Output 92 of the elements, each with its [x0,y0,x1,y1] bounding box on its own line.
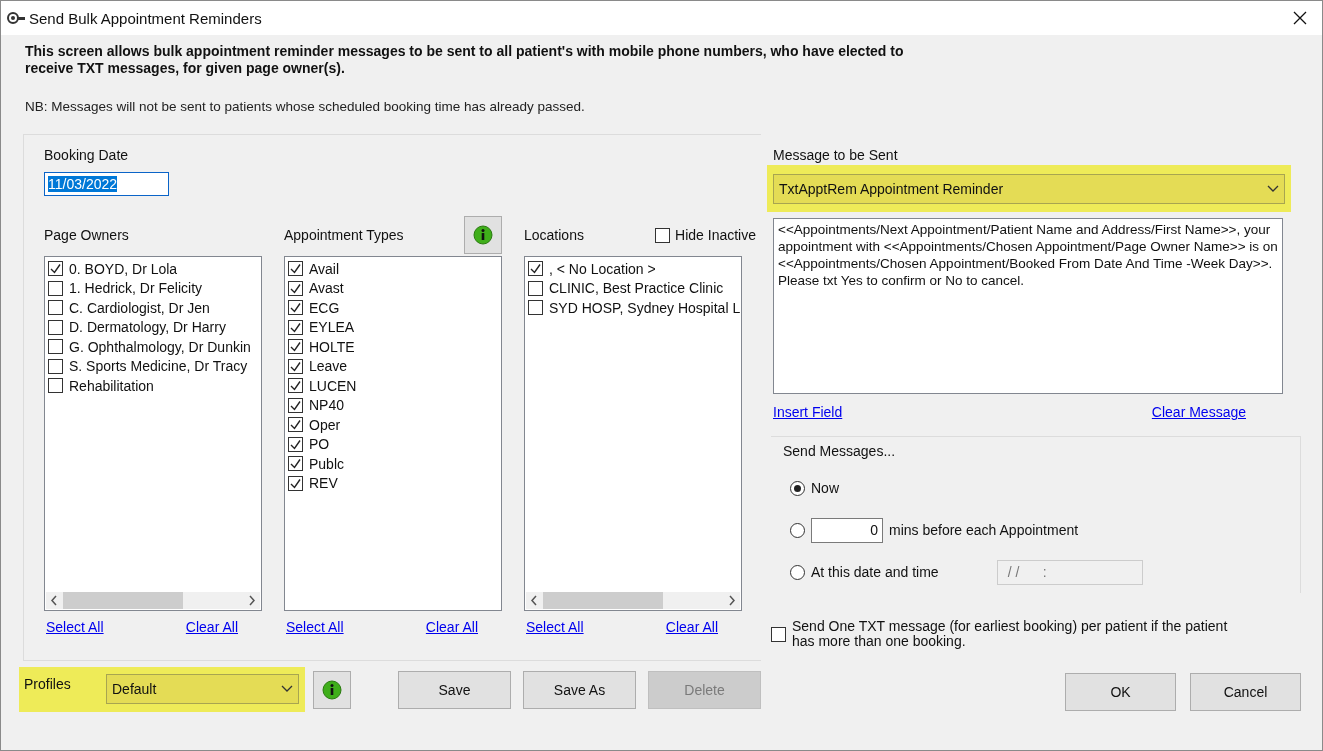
checkbox[interactable] [288,300,303,316]
list-item[interactable]: S. Sports Medicine, Dr Tracy [69,358,248,375]
info-icon [473,225,493,245]
checkbox[interactable] [288,417,303,433]
list-item[interactable]: EYLEA [309,319,355,336]
list-title: Locations [524,227,584,243]
checkbox[interactable] [48,378,63,394]
button[interactable]: OK [1065,673,1176,711]
button[interactable]: Save [398,670,511,709]
checkbox-label[interactable]: Hide Inactive [675,227,756,243]
list-title: Appointment Types [284,227,404,243]
list-item[interactable]: ECG [309,299,340,316]
list-item[interactable]: 0. BOYD, Dr Lola [69,260,178,277]
date-field[interactable]: 11/03/2022 [44,172,169,196]
list-title: Page Owners [44,227,129,243]
info-button[interactable] [464,216,502,254]
template-dropdown[interactable]: TxtApptRem Appointment Reminder [773,174,1285,204]
profile-dropdown[interactable]: Default [106,674,300,704]
checkbox[interactable] [48,261,63,277]
checkbox-label[interactable]: Send One TXT message (for earliest booking) per patient if the patient has more than one booking. [792,619,1231,649]
group-title: Send Messages... [783,443,897,459]
radio-label[interactable]: At this date and time [811,564,939,580]
list-item[interactable]: Leave [309,358,348,375]
checkbox[interactable] [288,436,303,452]
list-item[interactable]: C. Cardiologist, Dr Jen [69,299,210,316]
checkbox[interactable] [288,261,303,277]
button[interactable]: Cancel [1190,673,1301,711]
button[interactable]: Save As [523,670,636,709]
list-item[interactable]: HOLTE [309,338,355,355]
list-item[interactable]: Avast [309,280,344,297]
link[interactable]: Select All [46,619,104,635]
list-item[interactable]: CLINIC, Best Practice Clinic [549,280,724,297]
field-label: Booking Date [44,147,130,163]
link[interactable]: Select All [286,619,344,635]
radio-label[interactable]: Now [811,480,839,496]
field-label: Profiles [24,675,72,692]
checkbox[interactable] [48,319,63,335]
message-text-area[interactable]: <<Appointments/Next Appointment/Patient Name and Address/First Name>>, your appointment with <<Appointments/Chosen Appointment/Page Owner Name>> is on <<Appointments/Chosen Appointment/Booked From Date And Time -Week Day>>. Please txt Yes to confirm or No to cancel. [773,218,1283,394]
radio-button[interactable] [790,480,805,496]
radio-button[interactable] [790,564,805,580]
radio-button[interactable] [790,522,805,538]
checkbox[interactable] [288,280,303,296]
list-item[interactable]: PO [309,436,330,453]
horizontal-scrollbar[interactable] [526,592,740,609]
checkbox[interactable] [288,456,303,472]
checkbox[interactable] [48,358,63,374]
horizontal-scrollbar[interactable] [46,592,260,609]
caret-icon [281,685,294,693]
checkbox[interactable] [48,300,63,316]
list-item[interactable]: LUCEN [309,377,357,394]
checkbox[interactable] [528,280,543,296]
note-text: NB: Messages will not be sent to patients whose scheduled booking time has already passed. [25,99,586,114]
info-icon [322,679,343,700]
key-icon [7,11,25,25]
close-icon [1292,10,1308,26]
minutes-field[interactable]: 0 [811,517,883,543]
field-label: Message to be Sent [773,147,899,163]
list-item[interactable]: Rehabilitation [69,377,154,394]
link[interactable]: Clear All [425,619,478,635]
date-time-field[interactable]: / / : [996,559,1143,585]
checkbox[interactable] [288,397,303,413]
list-item[interactable]: Avail [309,260,340,277]
checkbox[interactable] [288,319,303,335]
list-item[interactable]: REV [309,475,338,492]
caret-icon [1267,185,1279,193]
link[interactable]: Insert Field [773,404,843,420]
checkbox[interactable] [48,339,63,355]
intro-text: This screen allows bulk appointment reminder messages to be sent to all patient's with mobile phone numbers, who have elected to receive TXT messages, for given page owner(s). [25,43,905,77]
link[interactable]: Select All [526,619,584,635]
checkbox[interactable] [288,358,303,374]
link[interactable]: Clear Message [1151,404,1246,420]
list-item[interactable]: G. Ophthalmology, Dr Dunkin [69,338,251,355]
list-item[interactable]: NP40 [309,397,345,414]
list-item[interactable]: Publc [309,455,345,472]
checkbox[interactable] [528,261,543,277]
link[interactable]: Clear All [665,619,718,635]
checkbox[interactable] [48,280,63,296]
window-title: Send Bulk Appointment Reminders [29,9,263,27]
radio-label[interactable]: mins before each Appointment [889,522,1079,538]
checkbox[interactable] [288,475,303,491]
checkbox[interactable] [288,339,303,355]
checkbox[interactable] [288,378,303,394]
checkbox[interactable] [528,300,543,316]
link[interactable]: Clear All [185,619,238,635]
list-item[interactable]: Oper [309,416,341,433]
info-button[interactable] [313,670,351,709]
list-item[interactable]: 1. Hedrick, Dr Felicity [69,280,203,297]
list-item[interactable]: SYD HOSP, Sydney Hospital L [549,299,741,316]
checkbox[interactable] [655,227,671,243]
checkbox[interactable] [771,626,786,642]
list-item[interactable]: , < No Location > [549,260,656,277]
list-item[interactable]: D. Dermatology, Dr Harry [69,319,226,336]
